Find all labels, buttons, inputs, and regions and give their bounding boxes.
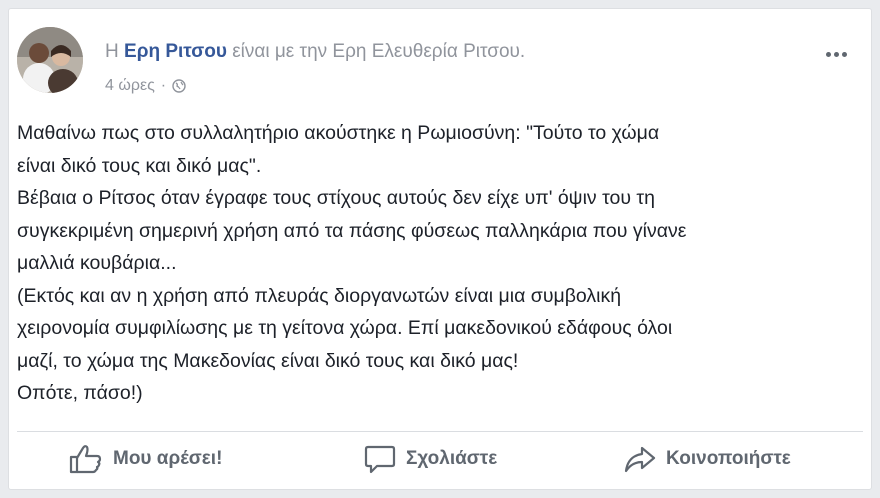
- more-options-icon[interactable]: [823, 47, 849, 61]
- post-meta: 4 ώρες ·: [105, 77, 186, 95]
- share-button[interactable]: Κοινοποιήστε: [624, 433, 791, 485]
- share-icon: [624, 444, 656, 474]
- meta-separator: ·: [160, 77, 167, 94]
- share-label: Κοινοποιήστε: [666, 448, 791, 469]
- post-text-line: συγκεκριμένη σημερινή χρήση από τα πάσης…: [17, 219, 687, 242]
- author-avatar[interactable]: [17, 27, 83, 93]
- like-button[interactable]: Μου αρέσει!: [69, 433, 222, 485]
- post-text-line: (Εκτός και αν η χρήση από πλευράς διοργα…: [17, 284, 622, 307]
- post-text-line: μαζί, το χώμα της Μακεδονίας είναι δικό …: [17, 349, 519, 372]
- post-card: Η Ερη Ριτσου είναι με την Ερη Ελευθερία …: [8, 8, 872, 490]
- author-name-link[interactable]: Ερη Ριτσου: [124, 41, 227, 62]
- action-bar: Μου αρέσει! Σχολιάστε Κοινοποιήστε: [9, 433, 871, 485]
- post-text-line: Μαθαίνω πως στο συλλαλητήριο ακούστηκε η…: [17, 122, 660, 144]
- comment-label: Σχολιάστε: [406, 448, 498, 469]
- author-line: Η Ερη Ριτσου είναι με την Ερη Ελευθερία …: [105, 41, 525, 63]
- like-label: Μου αρέσει!: [113, 448, 223, 469]
- thumbs-up-icon: [69, 444, 103, 474]
- globe-icon[interactable]: [172, 79, 186, 93]
- post-body: Μαθαίνω πως στο συλλαλητήριο ακούστηκε η…: [17, 117, 847, 410]
- tagged-with-text: είναι με την Ερη Ελευθερία Ριτσου.: [232, 41, 526, 62]
- post-text-line: χειρονομία συμφιλίωσης με τη γείτονα χώρ…: [17, 317, 673, 339]
- post-text-line: Βέβαια ο Ρίτσος όταν έγραφε τους στίχους…: [17, 187, 655, 209]
- post-text-line: μαλλιά κουβάρια...: [17, 252, 177, 274]
- comment-button[interactable]: Σχολιάστε: [364, 433, 497, 485]
- comment-icon: [364, 444, 396, 474]
- post-text-line: Οπότε, πάσο!): [17, 382, 143, 404]
- post-text-line: είναι δικό τους και δικό μας".: [17, 154, 262, 177]
- post-timestamp[interactable]: 4 ώρες: [105, 77, 155, 95]
- post-header: Η Ερη Ριτσου είναι με την Ερη Ελευθερία …: [17, 27, 857, 97]
- author-prefix: Η: [105, 41, 119, 62]
- actions-divider: [17, 431, 863, 432]
